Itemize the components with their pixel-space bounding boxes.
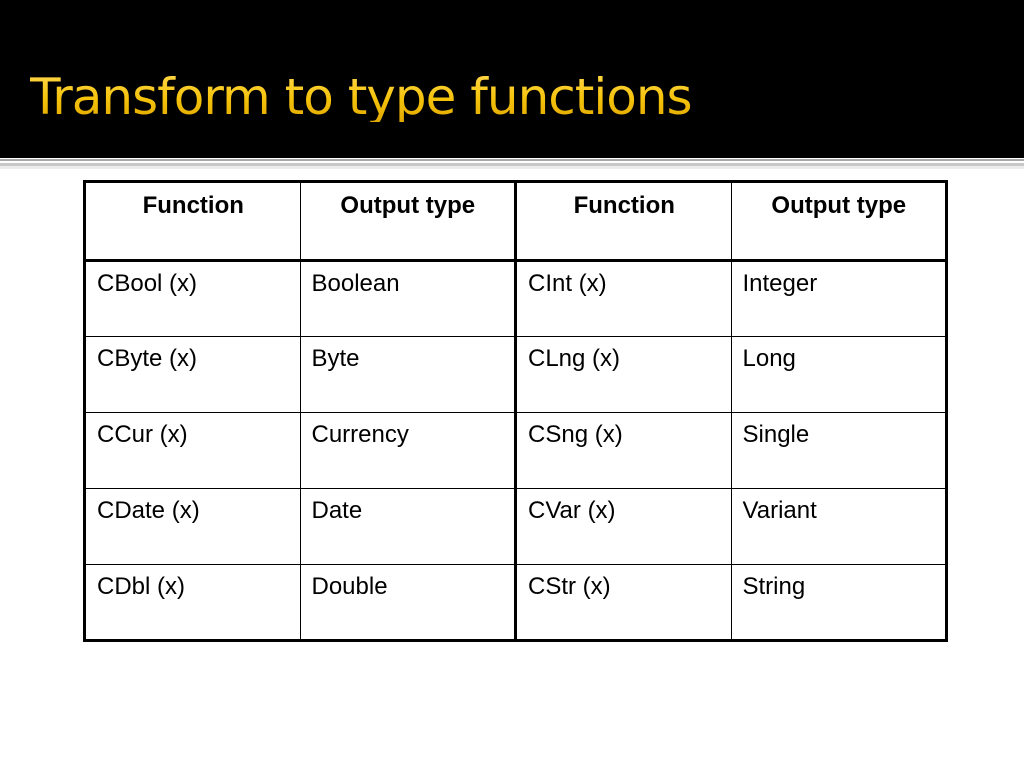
header-output-type-left: Output type (299, 181, 517, 262)
title-separator-line (0, 159, 1024, 161)
output-type-cell: Currency (299, 412, 517, 489)
header-function-right: Function (515, 181, 732, 262)
function-cell: CLng (x) (515, 336, 732, 413)
table-row: CDate (x) Date CVar (x) Variant (84, 488, 947, 565)
function-cell: CVar (x) (515, 488, 732, 565)
slide: Transform to type functions Function Out… (0, 0, 1024, 767)
header-output-type-right: Output type (730, 181, 947, 262)
conversion-functions-table: Function Output type Function Output typ… (83, 180, 948, 642)
header-function-left: Function (84, 181, 301, 262)
output-type-cell: Single (730, 412, 947, 489)
function-cell: CByte (x) (84, 336, 301, 413)
table-row: CCur (x) Currency CSng (x) Single (84, 412, 947, 489)
table-row: CByte (x) Byte CLng (x) Long (84, 336, 947, 413)
slide-title: Transform to type functions (30, 68, 693, 126)
function-cell: CStr (x) (515, 564, 732, 641)
output-type-cell: String (730, 564, 947, 641)
table-row: CBool (x) Boolean CInt (x) Integer (84, 260, 947, 337)
table-row: CDbl (x) Double CStr (x) String (84, 564, 947, 641)
function-cell: CCur (x) (84, 412, 301, 489)
output-type-cell: Date (299, 488, 517, 565)
output-type-cell: Double (299, 564, 517, 641)
output-type-cell: Long (730, 336, 947, 413)
function-cell: CDate (x) (84, 488, 301, 565)
title-bar: Transform to type functions (0, 0, 1024, 158)
function-cell: CDbl (x) (84, 564, 301, 641)
output-type-cell: Integer (730, 260, 947, 337)
title-separator-shadow-light (0, 166, 1024, 169)
output-type-cell: Byte (299, 336, 517, 413)
function-cell: CSng (x) (515, 412, 732, 489)
table-header-row: Function Output type Function Output typ… (84, 181, 947, 262)
output-type-cell: Boolean (299, 260, 517, 337)
function-cell: CBool (x) (84, 260, 301, 337)
function-cell: CInt (x) (515, 260, 732, 337)
output-type-cell: Variant (730, 488, 947, 565)
